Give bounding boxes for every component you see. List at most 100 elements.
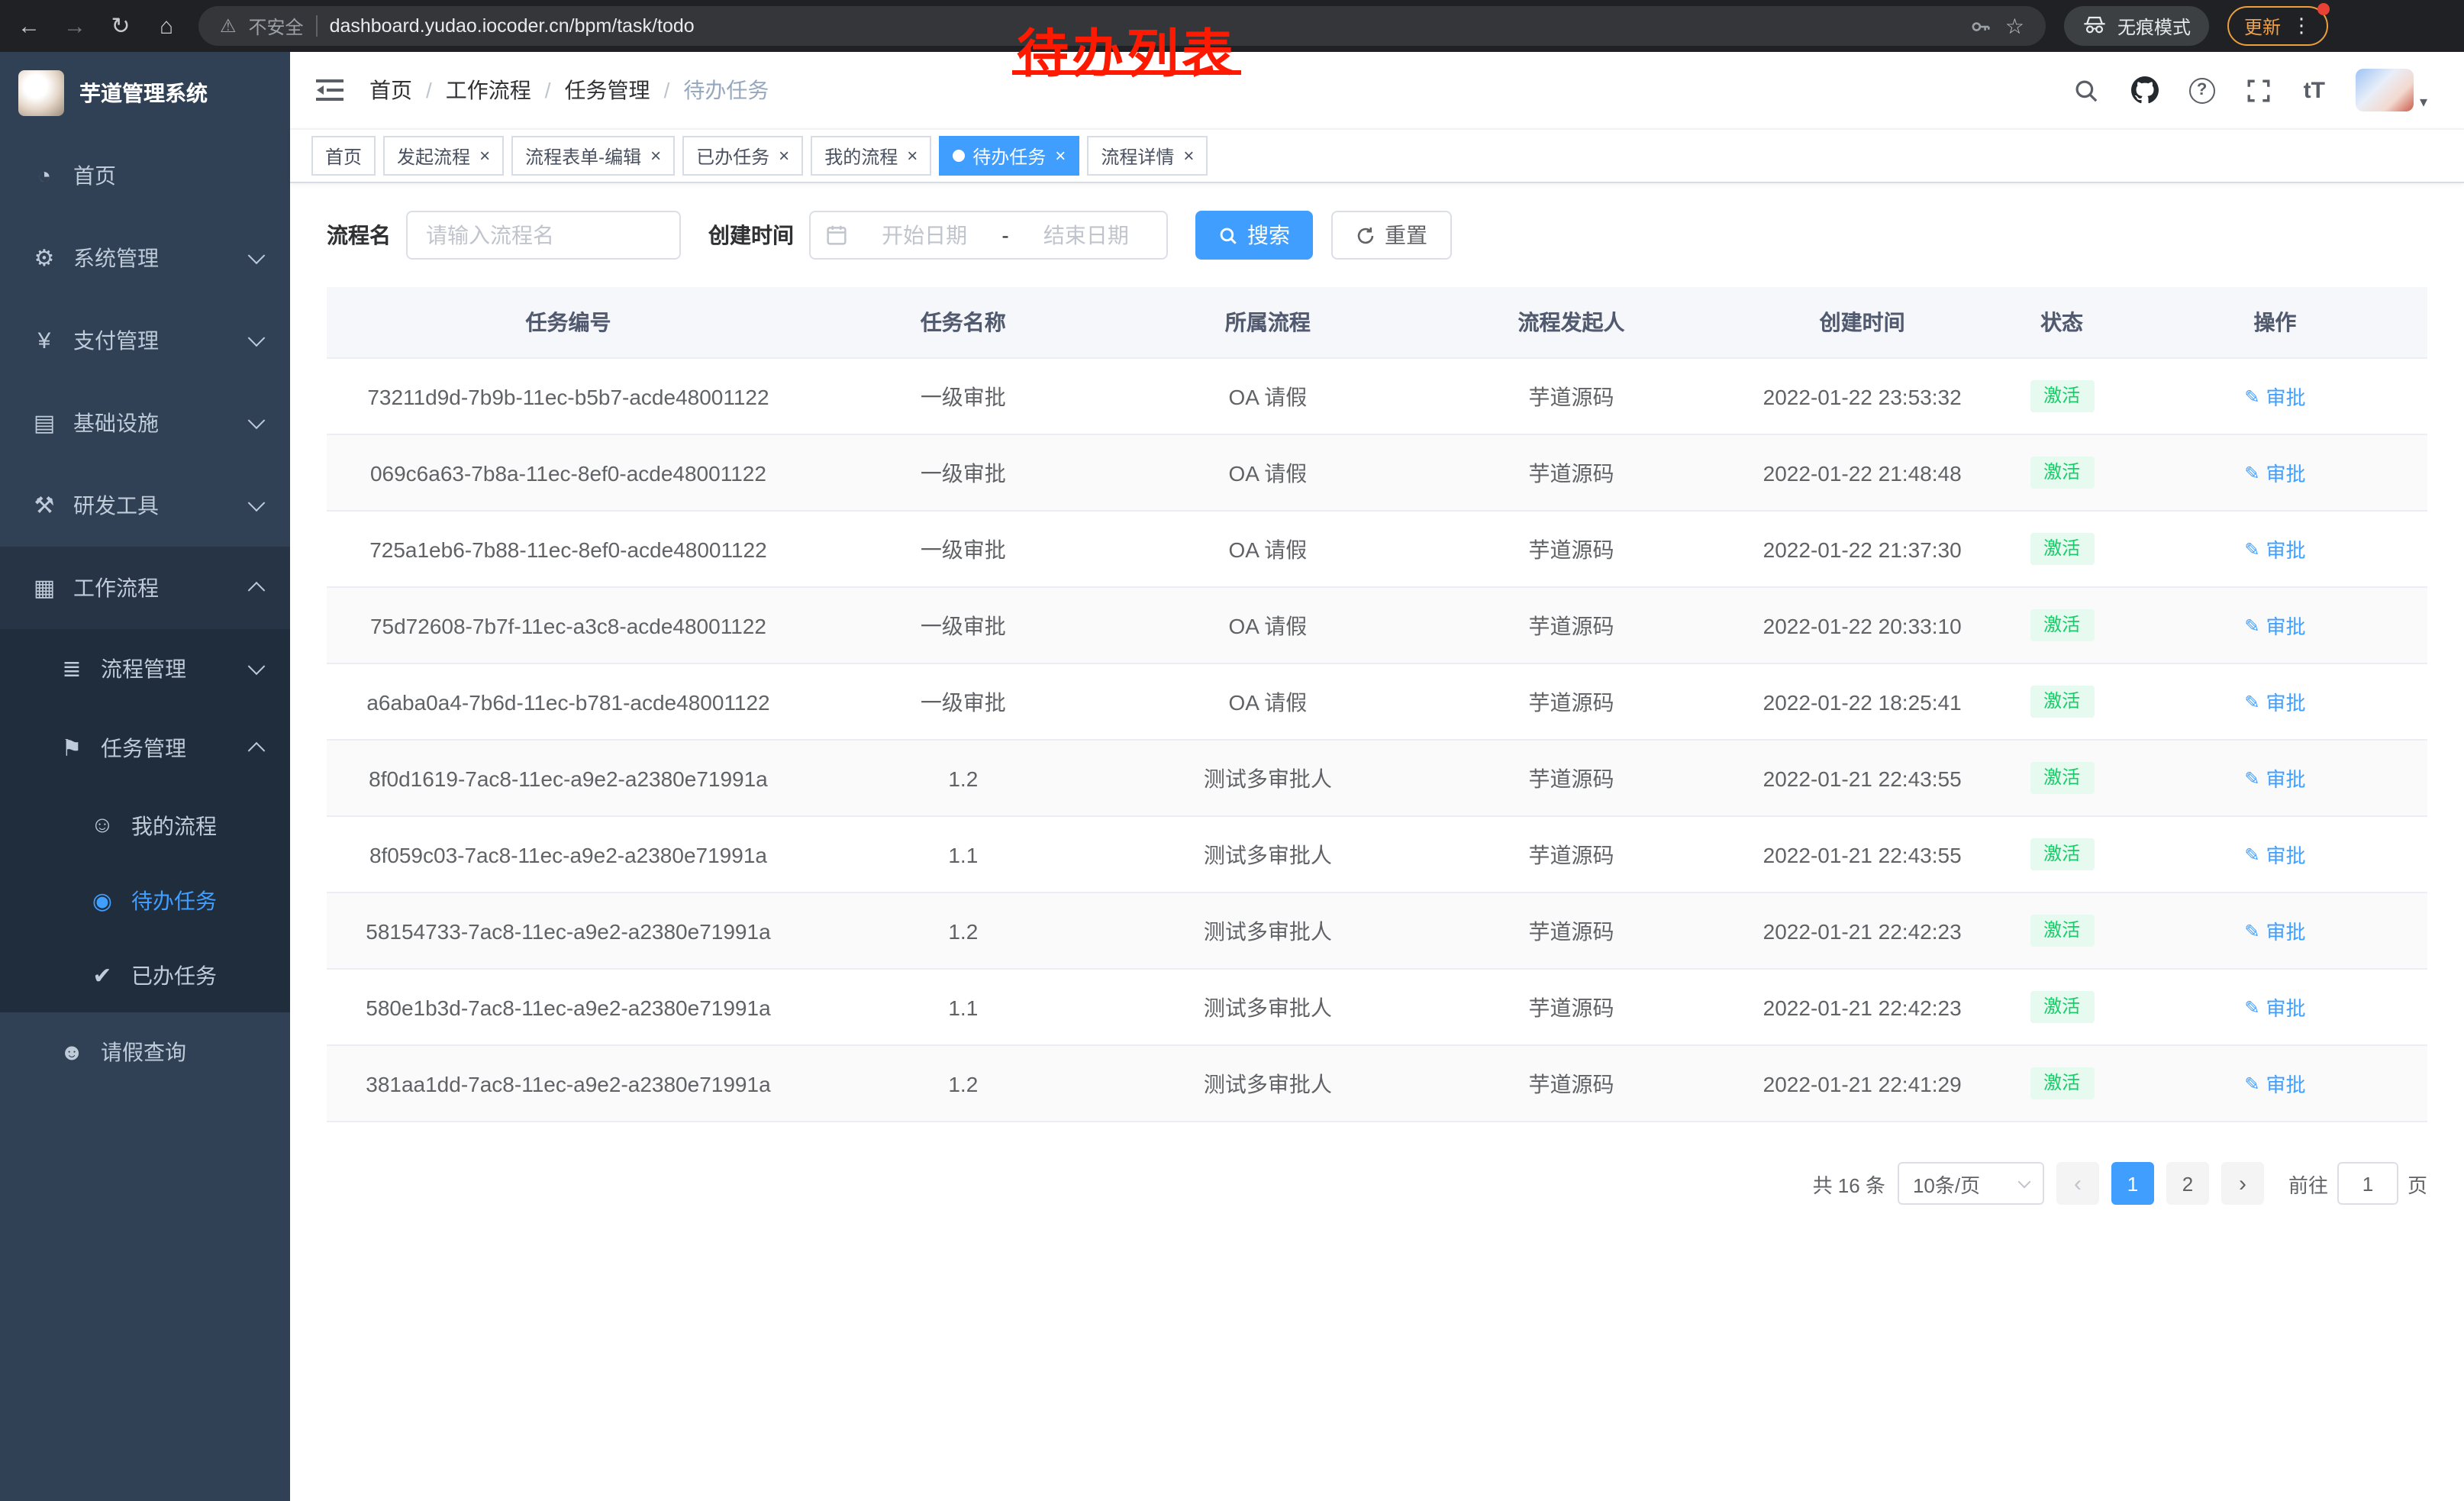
chevron-down-icon: [248, 657, 266, 675]
prev-page-button[interactable]: ‹: [2056, 1162, 2099, 1205]
cell-status: 激活: [2001, 893, 2123, 969]
date-range-separator: -: [1001, 223, 1008, 247]
sidebar-item-label: 工作流程: [73, 573, 159, 603]
browser-forward-icon[interactable]: →: [61, 15, 89, 37]
process-list-icon: ≣: [58, 655, 85, 683]
create-time-label: 创建时间: [708, 220, 794, 250]
approve-link[interactable]: ✎审批: [2244, 687, 2305, 716]
sidebar-item-label: 首页: [73, 160, 116, 191]
process-name-input[interactable]: [406, 211, 681, 260]
next-page-button[interactable]: ›: [2221, 1162, 2264, 1205]
tab-1[interactable]: 发起流程×: [383, 136, 504, 176]
goto-page: 前往 页: [2288, 1162, 2427, 1205]
goto-page-input[interactable]: [2337, 1162, 2398, 1205]
approve-link[interactable]: ✎审批: [2244, 458, 2305, 487]
tab-close-icon[interactable]: ×: [1055, 147, 1066, 165]
approve-link[interactable]: ✎审批: [2244, 840, 2305, 869]
tab-close-icon[interactable]: ×: [779, 147, 789, 165]
reset-button[interactable]: 重置: [1331, 211, 1452, 260]
goto-unit: 页: [2408, 1169, 2427, 1198]
approve-link[interactable]: ✎审批: [2244, 993, 2305, 1022]
sidebar-item-label: 系统管理: [73, 243, 159, 273]
cell-created: 2022-01-21 22:42:23: [1724, 893, 2001, 969]
approve-link[interactable]: ✎审批: [2244, 534, 2305, 563]
tab-2[interactable]: 流程表单-编辑×: [511, 136, 675, 176]
cell-task-id: 8f059c03-7ac8-11ec-a9e2-a2380e71991a: [327, 816, 810, 893]
tab-5[interactable]: 待办任务×: [939, 136, 1079, 176]
breadcrumb-item[interactable]: 工作流程: [446, 75, 531, 105]
navbar-right-tools: ? tT ▾: [2073, 69, 2440, 111]
search-button[interactable]: 搜索: [1195, 211, 1313, 260]
user-avatar[interactable]: ▾: [2356, 69, 2427, 111]
tab-close-icon[interactable]: ×: [650, 147, 661, 165]
sidebar-item-3[interactable]: ▤基础设施: [0, 382, 290, 464]
status-badge: 激活: [2030, 532, 2094, 565]
sidebar-item-6[interactable]: ≣流程管理: [0, 629, 290, 709]
sidebar-item-0[interactable]: ◔首页: [0, 134, 290, 217]
tags-bar: 首页发起流程×流程表单-编辑×已办任务×我的流程×待办任务×流程详情×: [290, 128, 2464, 183]
tools-icon: ⚒: [31, 492, 58, 519]
page-button-2[interactable]: 2: [2166, 1162, 2209, 1205]
update-notification-dot: [2317, 3, 2330, 15]
sidebar-item-8[interactable]: ☺我的流程: [0, 788, 290, 863]
approve-link[interactable]: ✎审批: [2244, 611, 2305, 640]
sidebar-item-1[interactable]: ⚙系统管理: [0, 217, 290, 299]
sidebar-item-11[interactable]: ☻请假查询: [0, 1012, 290, 1092]
approve-link[interactable]: ✎审批: [2244, 382, 2305, 411]
tab-close-icon[interactable]: ×: [479, 147, 490, 165]
password-key-icon[interactable]: [1970, 15, 1993, 37]
cell-created: 2022-01-22 20:33:10: [1724, 587, 2001, 663]
browser-menu-icon[interactable]: ⋮: [2291, 14, 2311, 38]
sidebar-item-7[interactable]: ⚑任务管理: [0, 709, 290, 788]
sidebar-item-2[interactable]: ¥支付管理: [0, 299, 290, 382]
bookmark-star-icon[interactable]: ☆: [2005, 13, 2024, 39]
tab-6[interactable]: 流程详情×: [1087, 136, 1208, 176]
tab-3[interactable]: 已办任务×: [682, 136, 803, 176]
column-header: 状态: [2001, 287, 2123, 358]
help-icon[interactable]: ?: [2189, 77, 2215, 103]
cell-process: 测试多审批人: [1117, 816, 1419, 893]
sidebar-item-4[interactable]: ⚒研发工具: [0, 464, 290, 547]
tab-close-icon[interactable]: ×: [907, 147, 918, 165]
approve-link[interactable]: ✎审批: [2244, 916, 2305, 945]
chevron-down-icon: [248, 247, 266, 264]
browser-update-button[interactable]: 更新 ⋮: [2227, 6, 2328, 46]
cell-status: 激活: [2001, 511, 2123, 587]
approve-link[interactable]: ✎审批: [2244, 763, 2305, 792]
approve-link[interactable]: ✎审批: [2244, 1069, 2305, 1098]
sidebar-item-label: 支付管理: [73, 325, 159, 356]
total-count: 共 16 条: [1813, 1169, 1885, 1198]
page-size-select[interactable]: 10条/页: [1898, 1162, 2044, 1205]
github-icon[interactable]: [2131, 76, 2159, 104]
column-header: 任务名称: [810, 287, 1117, 358]
cell-action: ✎审批: [2123, 587, 2427, 663]
tab-0[interactable]: 首页: [311, 136, 376, 176]
browser-back-icon[interactable]: ←: [15, 15, 43, 37]
tab-close-icon[interactable]: ×: [1183, 147, 1194, 165]
cell-initiator: 芋道源码: [1419, 740, 1724, 816]
cell-initiator: 芋道源码: [1419, 358, 1724, 434]
sidebar-item-5[interactable]: ▦工作流程: [0, 547, 290, 629]
sidebar-item-10[interactable]: ✔已办任务: [0, 938, 290, 1012]
breadcrumb-separator: /: [545, 78, 551, 102]
omnibox-divider: [316, 15, 318, 37]
sidebar-item-9[interactable]: ◉待办任务: [0, 863, 290, 938]
app-logo[interactable]: 芋道管理系统: [0, 52, 290, 134]
tab-4[interactable]: 我的流程×: [811, 136, 931, 176]
edit-icon: ✎: [2244, 1073, 2259, 1094]
fullscreen-icon[interactable]: [2246, 76, 2273, 104]
edit-icon: ✎: [2244, 615, 2259, 636]
cell-process: 测试多审批人: [1117, 740, 1419, 816]
date-range-picker[interactable]: 开始日期 - 结束日期: [809, 211, 1168, 260]
font-size-icon[interactable]: tT: [2304, 77, 2325, 103]
search-icon[interactable]: [2073, 76, 2101, 104]
breadcrumb-item[interactable]: 任务管理: [565, 75, 650, 105]
cell-initiator: 芋道源码: [1419, 434, 1724, 511]
page-button-1[interactable]: 1: [2111, 1162, 2154, 1205]
cell-created: 2022-01-22 18:25:41: [1724, 663, 2001, 740]
browser-home-icon[interactable]: ⌂: [153, 15, 180, 37]
browser-reload-icon[interactable]: ↻: [107, 15, 134, 37]
table-row: 75d72608-7b7f-11ec-a3c8-acde48001122一级审批…: [327, 587, 2427, 663]
breadcrumb-item[interactable]: 首页: [369, 75, 412, 105]
sidebar-fold-icon[interactable]: [314, 75, 345, 105]
